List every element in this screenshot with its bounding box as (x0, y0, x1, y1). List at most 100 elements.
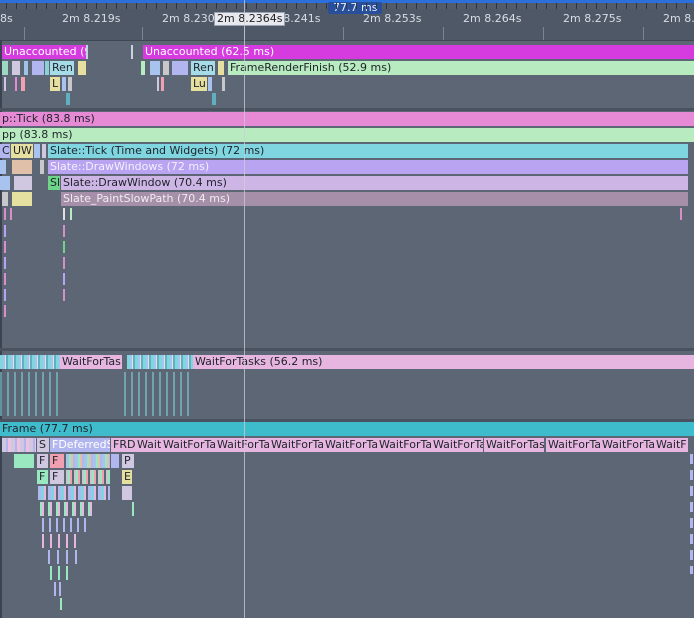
event-waitfortasks[interactable]: WaitForTasks (56.2 ms) (193, 355, 694, 369)
event-app[interactable]: pp (83.8 ms) (0, 128, 694, 142)
event-sliver[interactable] (12, 160, 32, 174)
event-slate-tick[interactable]: Slate::Tick (Time and Widgets) (72 ms) (48, 144, 688, 158)
event-sliver[interactable] (40, 160, 44, 174)
event-waitfortasks[interactable]: WaitForTa (269, 438, 323, 452)
event-sliver[interactable] (141, 61, 145, 75)
event-slate-drawwindow[interactable]: Slate::DrawWindow (70.4 ms) (61, 176, 688, 190)
event-frd[interactable]: FRD (111, 438, 135, 452)
event-sliver[interactable] (161, 77, 164, 91)
event-cluster[interactable] (42, 518, 86, 532)
event-sliver[interactable] (63, 225, 65, 237)
event-sliver[interactable] (172, 61, 188, 75)
event-sliver[interactable] (14, 176, 32, 190)
event-sliver[interactable] (21, 77, 25, 91)
event-sliver[interactable] (2, 192, 8, 206)
event-sliver[interactable] (70, 208, 72, 220)
event-sliver[interactable] (63, 241, 65, 253)
event-waitfortasks[interactable]: WaitForTa (377, 438, 431, 452)
event-sliver[interactable] (4, 305, 6, 317)
event-ren[interactable]: Ren (191, 61, 215, 75)
event-sliver[interactable] (150, 61, 160, 75)
event-sliver[interactable] (163, 61, 169, 75)
event-sliver[interactable] (111, 454, 119, 468)
event-waitfortasks[interactable]: WaitForTa (546, 438, 600, 452)
event-sliver[interactable] (63, 273, 65, 285)
event-f[interactable]: F (50, 454, 64, 468)
event-sliver[interactable] (4, 208, 6, 220)
event-sliver[interactable] (4, 241, 6, 253)
event-wait[interactable]: Wait (135, 438, 161, 452)
event-sliver[interactable] (132, 502, 134, 516)
event-waitfortasks[interactable]: WaitForTas (484, 438, 544, 452)
event-cluster[interactable] (690, 454, 693, 574)
event-waitfortasks[interactable]: WaitForTa (600, 438, 654, 452)
event-cluster[interactable] (66, 454, 110, 468)
event-sliver[interactable] (34, 144, 40, 158)
event-f[interactable]: F (37, 454, 48, 468)
event-cluster[interactable] (40, 502, 92, 516)
event-sliver[interactable] (4, 225, 6, 237)
event-sliver[interactable] (63, 257, 65, 269)
event-sliver[interactable] (680, 208, 682, 220)
event-sliver[interactable] (68, 77, 72, 91)
event-cluster[interactable] (48, 550, 78, 564)
event-sliver[interactable] (4, 273, 6, 285)
event-ren[interactable]: Ren (50, 61, 74, 75)
event-frame-render-finish[interactable]: FrameRenderFinish (52.9 ms) (228, 61, 694, 75)
event-sliver[interactable] (63, 289, 65, 301)
event-sliver[interactable] (60, 598, 62, 610)
event-sliver[interactable] (12, 192, 32, 206)
event-waitfortasks[interactable]: WaitForTa (161, 438, 215, 452)
event-waitfortasks[interactable]: WaitF (654, 438, 688, 452)
event-l[interactable]: L (50, 77, 60, 91)
event-cluster[interactable] (0, 372, 60, 416)
event-sliver[interactable] (0, 176, 10, 190)
event-sliver[interactable] (208, 77, 212, 91)
event-sliver[interactable] (131, 45, 133, 59)
event-waitfortasks[interactable]: WaitForTa (431, 438, 483, 452)
event-slate-drawwindows[interactable]: Slate::DrawWindows (72 ms) (48, 160, 688, 174)
event-cluster[interactable] (124, 372, 194, 416)
timeline-ruler[interactable]: 77.7 ms 8s 2m 8.219s 2m 8.230s 2m 8.241s… (0, 0, 694, 41)
event-sliver[interactable] (24, 61, 28, 75)
event-waitfortasks[interactable]: WaitForTa (215, 438, 269, 452)
event-sliver[interactable] (4, 77, 6, 91)
event-f[interactable]: F (37, 470, 48, 484)
event-sliver[interactable] (157, 77, 159, 91)
event-sliver[interactable] (4, 289, 6, 301)
event-c[interactable]: C (0, 144, 10, 158)
event-cluster[interactable] (2, 438, 36, 452)
event-unaccounted[interactable]: Unaccounted (9. (2, 45, 86, 59)
event-waitfortasks[interactable]: WaitForTa (323, 438, 377, 452)
event-sliver[interactable] (45, 61, 49, 75)
event-sliver[interactable] (212, 93, 216, 105)
event-e[interactable]: E (122, 470, 132, 484)
event-fdeferred[interactable]: FDeferredS (50, 438, 110, 452)
event-sliver[interactable] (14, 454, 34, 468)
event-cluster[interactable] (54, 582, 64, 596)
event-sliver[interactable] (122, 486, 132, 500)
event-sliver[interactable] (2, 61, 8, 75)
event-sliver[interactable] (42, 144, 46, 158)
event-sliver[interactable] (86, 45, 88, 59)
event-cluster[interactable] (0, 355, 60, 369)
event-tick[interactable]: p::Tick (83.8 ms) (0, 112, 694, 126)
event-sliver[interactable] (62, 77, 66, 91)
event-waitfortasks[interactable]: WaitForTas (60, 355, 122, 369)
event-cluster[interactable] (38, 486, 110, 500)
event-slate-paintslowpath[interactable]: Slate_PaintSlowPath (70.4 ms) (61, 192, 688, 206)
event-p[interactable]: P (122, 454, 134, 468)
event-cluster[interactable] (127, 355, 193, 369)
event-frame[interactable]: Frame (77.7 ms) (0, 422, 694, 436)
event-f[interactable]: F (50, 470, 64, 484)
event-sliver[interactable] (15, 77, 17, 91)
event-uw[interactable]: UW (11, 144, 33, 158)
event-sliver[interactable] (218, 61, 224, 75)
event-sliver[interactable] (10, 208, 12, 220)
event-cluster[interactable] (50, 566, 74, 580)
event-sliver[interactable] (0, 160, 6, 174)
event-sliver[interactable] (78, 61, 86, 75)
event-unaccounted[interactable]: Unaccounted (62.5 ms) (143, 45, 694, 59)
event-sliver[interactable] (4, 257, 6, 269)
event-sliver[interactable] (12, 61, 20, 75)
